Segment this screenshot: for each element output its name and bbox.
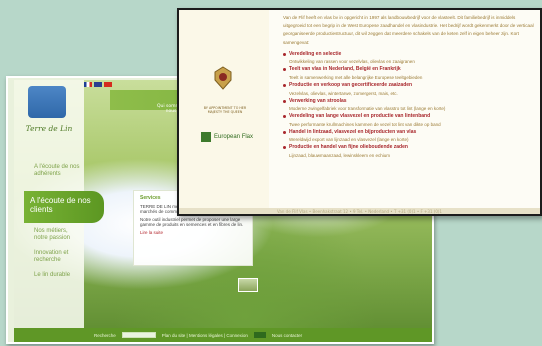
european-flax-text: European Flax bbox=[214, 134, 254, 140]
flag-uk-icon[interactable] bbox=[94, 82, 102, 87]
read-more-link[interactable]: Lire la suite bbox=[140, 230, 246, 235]
document-content: Van de Flif heeft en vlas bv in opgerich… bbox=[283, 14, 538, 160]
bullet-desc: Twee performante krullmachines kammen de… bbox=[289, 121, 441, 127]
search-input[interactable] bbox=[121, 332, 156, 338]
list-item: Veredeling van lange vlasvezel en produc… bbox=[283, 113, 538, 128]
nav-item-adherents[interactable]: A l'écoute de nos adhérents bbox=[34, 164, 80, 178]
list-item: Teelt van vlas in Nederland, België en F… bbox=[283, 66, 538, 81]
list-item: Handel in lintzaad, vlasvezel en bijprod… bbox=[283, 129, 538, 144]
document-footer: Van de Flif Vlas • Beenhakstraat 12 • 9 … bbox=[179, 208, 540, 214]
bullet-desc: Lijnzaad, blauwmaanzaad, lewinskleem en … bbox=[289, 152, 391, 158]
panel-body: Notre outil industriel permet de propose… bbox=[140, 217, 244, 227]
nav-item-innovation[interactable]: Innovation et recherche bbox=[34, 250, 80, 264]
bullet-desc: Teelt in samenwerking met alle belangrij… bbox=[289, 74, 423, 80]
list-item: Productie en handel van fijne oliebouden… bbox=[283, 144, 538, 159]
bullet-desc: Vezelvlas, olievlas, wintertarwe, zomerg… bbox=[289, 90, 398, 96]
contact-link[interactable]: Nous contacter bbox=[272, 333, 302, 338]
seal-caption: BY APPOINTMENT TO HER MAJESTY THE QUEEN bbox=[203, 106, 247, 114]
intro-paragraph: Van de Flif heeft en vlas bv in opgerich… bbox=[283, 15, 534, 45]
list-item: Veredeling en selectie Ontwikkeling van r… bbox=[283, 51, 538, 66]
european-flax-logo: European Flax bbox=[201, 132, 253, 142]
list-item: Productie en verkoop van gecertificeerde… bbox=[283, 82, 538, 97]
bullet-icon bbox=[283, 68, 286, 72]
bullet-icon bbox=[283, 99, 286, 103]
bullet-icon bbox=[283, 130, 286, 134]
flag-cn-icon[interactable] bbox=[104, 82, 112, 87]
site-logo-text: Terre de Lin bbox=[25, 124, 73, 133]
search-label: Recherche bbox=[94, 332, 116, 338]
bullet-title: Handel in lintzaad, vlasvezel en bijprod… bbox=[289, 128, 417, 135]
bullet-title: Productie en handel van fijne oliebouden… bbox=[289, 144, 408, 151]
bullet-title: Veredeling en selectie bbox=[289, 50, 342, 57]
bullet-desc: Wereldwijd export van lijnzaad en vlasve… bbox=[289, 137, 409, 143]
language-flags bbox=[84, 82, 112, 87]
bullet-desc: Moderne zwingelfabriek voor transformati… bbox=[289, 106, 446, 112]
bullet-title: Teelt van vlas in Nederland, België en F… bbox=[289, 66, 401, 73]
european-flax-badge[interactable] bbox=[253, 332, 266, 338]
nav-item-lin-durable[interactable]: Le lin durable bbox=[34, 272, 80, 279]
royal-seal-icon bbox=[214, 66, 232, 90]
bullet-icon bbox=[283, 52, 286, 56]
nav-item-clients[interactable]: A l'écoute de nos clients bbox=[24, 191, 104, 223]
site-footer-bar: Recherche Plan du site | Mentions légale… bbox=[14, 328, 432, 342]
nav-item-metiers[interactable]: Nos métiers, notre passion bbox=[34, 228, 80, 242]
bullet-icon bbox=[283, 115, 286, 119]
bullet-icon bbox=[283, 146, 286, 150]
panel-thumbnail bbox=[238, 278, 258, 292]
terre-de-lin-logo[interactable] bbox=[28, 86, 66, 118]
flag-fr-icon[interactable] bbox=[84, 82, 92, 87]
bullet-list: Veredeling en selectie Ontwikkeling van r… bbox=[283, 51, 538, 160]
bullet-title: Productie en verkoop van gecertificeerde… bbox=[289, 82, 413, 88]
flax-logo-icon bbox=[201, 132, 211, 142]
footer-links[interactable]: Plan du site | Mentions légales | Connex… bbox=[162, 333, 248, 338]
bullet-title: Verwerking van stroolas bbox=[289, 97, 347, 104]
document-screenshot: BY APPOINTMENT TO HER MAJESTY THE QUEEN … bbox=[177, 8, 542, 216]
list-item: Verwerking van stroolas Moderne zwingelfa… bbox=[283, 98, 538, 113]
bullet-title: Veredeling van lange vlasvezel en produc… bbox=[289, 113, 431, 120]
bullet-desc: Ontwikkeling van rassen voor vezelvlas, … bbox=[289, 59, 415, 65]
bullet-icon bbox=[283, 84, 286, 87]
